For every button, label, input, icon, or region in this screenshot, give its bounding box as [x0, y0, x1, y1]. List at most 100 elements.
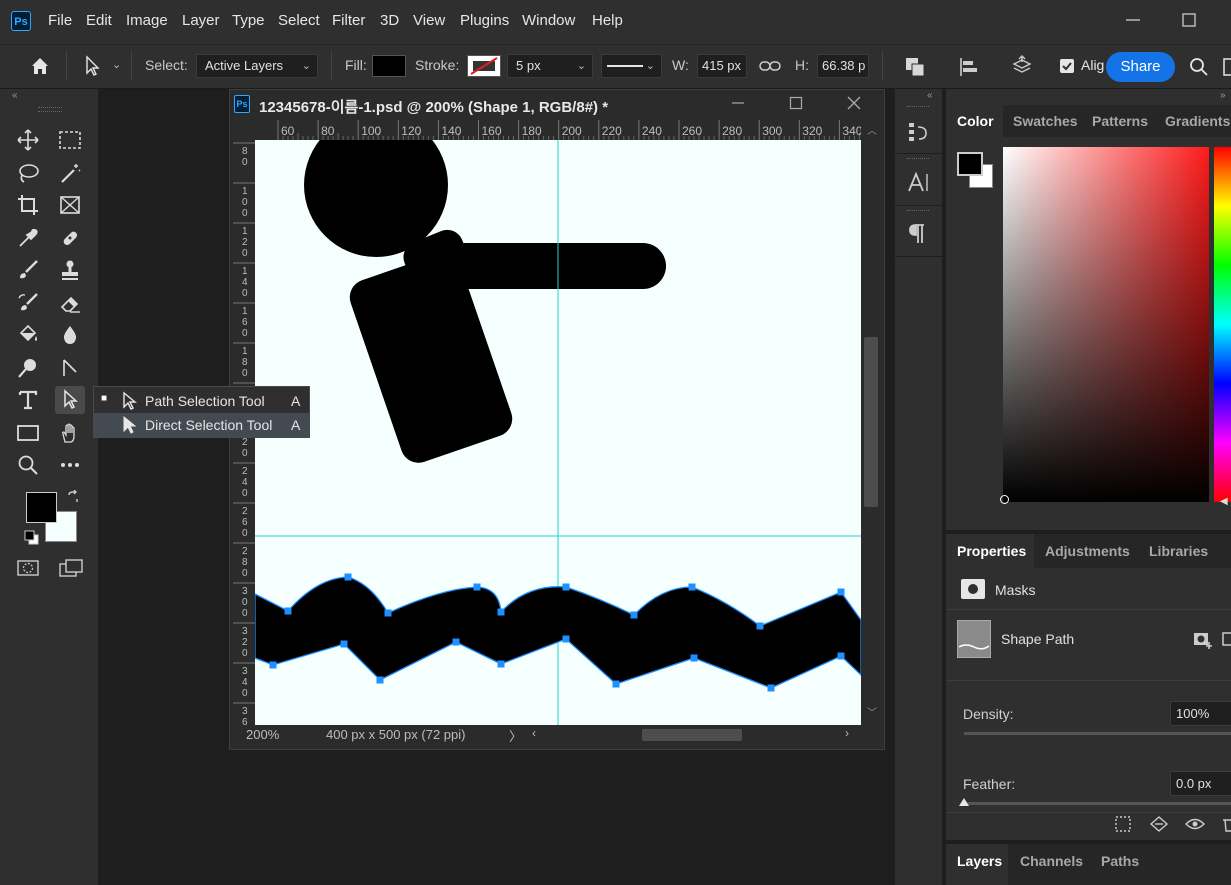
- history-panel-icon[interactable]: [907, 121, 929, 143]
- foreground-color-swatch[interactable]: [26, 492, 57, 523]
- load-selection-icon[interactable]: [1114, 815, 1132, 833]
- magic-wand-tool-icon[interactable]: [55, 159, 85, 187]
- menu-plugins[interactable]: Plugins: [460, 12, 509, 29]
- home-icon[interactable]: [29, 55, 51, 77]
- tab-channels[interactable]: Channels: [1020, 853, 1083, 869]
- density-field[interactable]: 100%: [1170, 701, 1231, 726]
- menu-3d[interactable]: 3D: [380, 12, 399, 29]
- paragraph-panel-icon[interactable]: [908, 223, 928, 245]
- color-picker-cursor[interactable]: [1000, 495, 1009, 504]
- scroll-up-icon[interactable]: ︿: [867, 122, 877, 137]
- status-expand-icon[interactable]: 〉: [509, 726, 522, 745]
- color-field[interactable]: [1003, 147, 1209, 502]
- more-tools-icon[interactable]: [55, 451, 85, 479]
- tab-color[interactable]: Color: [946, 105, 1003, 137]
- tab-paths[interactable]: Paths: [1101, 853, 1139, 869]
- anchor-point[interactable]: [452, 638, 460, 646]
- anchor-point[interactable]: [497, 660, 505, 668]
- move-tool-icon[interactable]: [13, 126, 43, 154]
- add-mask-icon[interactable]: [1192, 630, 1214, 650]
- panel-grip[interactable]: [38, 107, 62, 112]
- tab-swatches[interactable]: Swatches: [1013, 113, 1078, 129]
- path-arrangement-icon[interactable]: [1010, 54, 1034, 78]
- anchor-point[interactable]: [269, 661, 277, 669]
- ruler-origin[interactable]: [233, 120, 255, 140]
- mask-options-icon[interactable]: [1222, 630, 1231, 650]
- hue-slider[interactable]: [1214, 147, 1231, 502]
- brush-tool-icon[interactable]: [13, 256, 43, 284]
- menu-type[interactable]: Type: [232, 12, 265, 29]
- history-brush-tool-icon[interactable]: [13, 289, 43, 317]
- anchor-point[interactable]: [690, 654, 698, 662]
- rectangle-tool-icon[interactable]: [13, 419, 43, 447]
- document-canvas[interactable]: [255, 140, 861, 725]
- anchor-point[interactable]: [344, 573, 352, 581]
- anchor-point[interactable]: [837, 588, 845, 596]
- scroll-down-icon[interactable]: ﹀: [867, 704, 877, 719]
- character-panel-icon[interactable]: [907, 171, 929, 193]
- collapse-icon[interactable]: «: [12, 90, 18, 101]
- eyedropper-tool-icon[interactable]: [13, 224, 43, 252]
- panel-grip[interactable]: [907, 158, 929, 162]
- menu-edit[interactable]: Edit: [86, 12, 112, 29]
- horizontal-ruler[interactable]: 60 80 100 120 140 160 180 200 220 240 260 280 300 320…: [255, 120, 861, 140]
- path-selection-tool-icon[interactable]: [84, 55, 102, 77]
- feather-slider-handle[interactable]: [958, 797, 970, 807]
- marquee-tool-icon[interactable]: [55, 126, 85, 154]
- panel-grip[interactable]: [907, 210, 929, 214]
- chevron-down-icon[interactable]: ⌄: [112, 58, 121, 71]
- eraser-tool-icon[interactable]: [55, 289, 85, 317]
- anchor-point[interactable]: [497, 608, 505, 616]
- horizontal-scroll-thumb[interactable]: [642, 729, 742, 741]
- swap-colors-icon[interactable]: [66, 490, 80, 504]
- anchor-point[interactable]: [562, 583, 570, 591]
- healing-brush-tool-icon[interactable]: [55, 224, 85, 252]
- anchor-point[interactable]: [837, 652, 845, 660]
- anchor-point[interactable]: [562, 635, 570, 643]
- crop-tool-icon[interactable]: [13, 191, 43, 219]
- lasso-tool-icon[interactable]: [13, 159, 43, 187]
- feather-slider-track[interactable]: [964, 802, 1231, 805]
- maximize-icon[interactable]: [1179, 10, 1199, 30]
- scroll-right-icon[interactable]: ›: [845, 726, 849, 740]
- path-operations-icon[interactable]: [904, 56, 926, 78]
- link-icon[interactable]: [759, 58, 781, 74]
- fill-swatch[interactable]: [372, 55, 406, 77]
- select-dropdown[interactable]: Active Layers ⌄: [196, 54, 318, 78]
- tab-patterns[interactable]: Patterns: [1092, 113, 1148, 129]
- tab-properties[interactable]: Properties: [946, 534, 1034, 568]
- frame-tool-icon[interactable]: [55, 191, 85, 219]
- anchor-point[interactable]: [767, 684, 775, 692]
- density-slider-track[interactable]: [964, 732, 1231, 735]
- share-button[interactable]: Share: [1106, 52, 1175, 82]
- menu-image[interactable]: Image: [126, 12, 168, 29]
- flyout-item-direct-selection[interactable]: Direct Selection Tool A: [94, 413, 309, 437]
- zoom-tool-icon[interactable]: [13, 451, 43, 479]
- flyout-item-path-selection[interactable]: ■ Path Selection Tool A: [94, 389, 309, 413]
- anchor-point[interactable]: [284, 607, 292, 615]
- selection-tool-icon[interactable]: [55, 386, 85, 414]
- doc-close-icon[interactable]: [846, 95, 862, 111]
- tab-gradients[interactable]: Gradients: [1165, 113, 1230, 129]
- collapse-icon[interactable]: »: [1220, 90, 1226, 101]
- hue-slider-handle[interactable]: ◀: [1220, 496, 1228, 507]
- blur-tool-icon[interactable]: [55, 321, 85, 349]
- zoom-level[interactable]: 200%: [246, 727, 279, 742]
- type-tool-icon[interactable]: [13, 386, 43, 414]
- tab-adjustments[interactable]: Adjustments: [1045, 543, 1130, 559]
- document-size-info[interactable]: 400 px x 500 px (72 ppi): [326, 727, 465, 742]
- default-colors-icon[interactable]: [24, 530, 40, 546]
- vertical-scrollbar[interactable]: ︿ ﹀: [861, 120, 881, 725]
- anchor-point[interactable]: [756, 622, 764, 630]
- hand-tool-icon[interactable]: [55, 419, 85, 447]
- height-field[interactable]: 66.38 p: [817, 54, 869, 78]
- menu-window[interactable]: Window: [522, 12, 575, 29]
- scroll-left-icon[interactable]: ‹: [532, 726, 536, 740]
- anchor-point[interactable]: [340, 640, 348, 648]
- search-icon[interactable]: [1189, 57, 1209, 77]
- align-edges-checkbox[interactable]: [1060, 59, 1074, 73]
- apply-mask-icon[interactable]: [1149, 815, 1169, 833]
- vertical-scroll-thumb[interactable]: [864, 337, 878, 507]
- clone-stamp-tool-icon[interactable]: [55, 256, 85, 284]
- anchor-point[interactable]: [473, 583, 481, 591]
